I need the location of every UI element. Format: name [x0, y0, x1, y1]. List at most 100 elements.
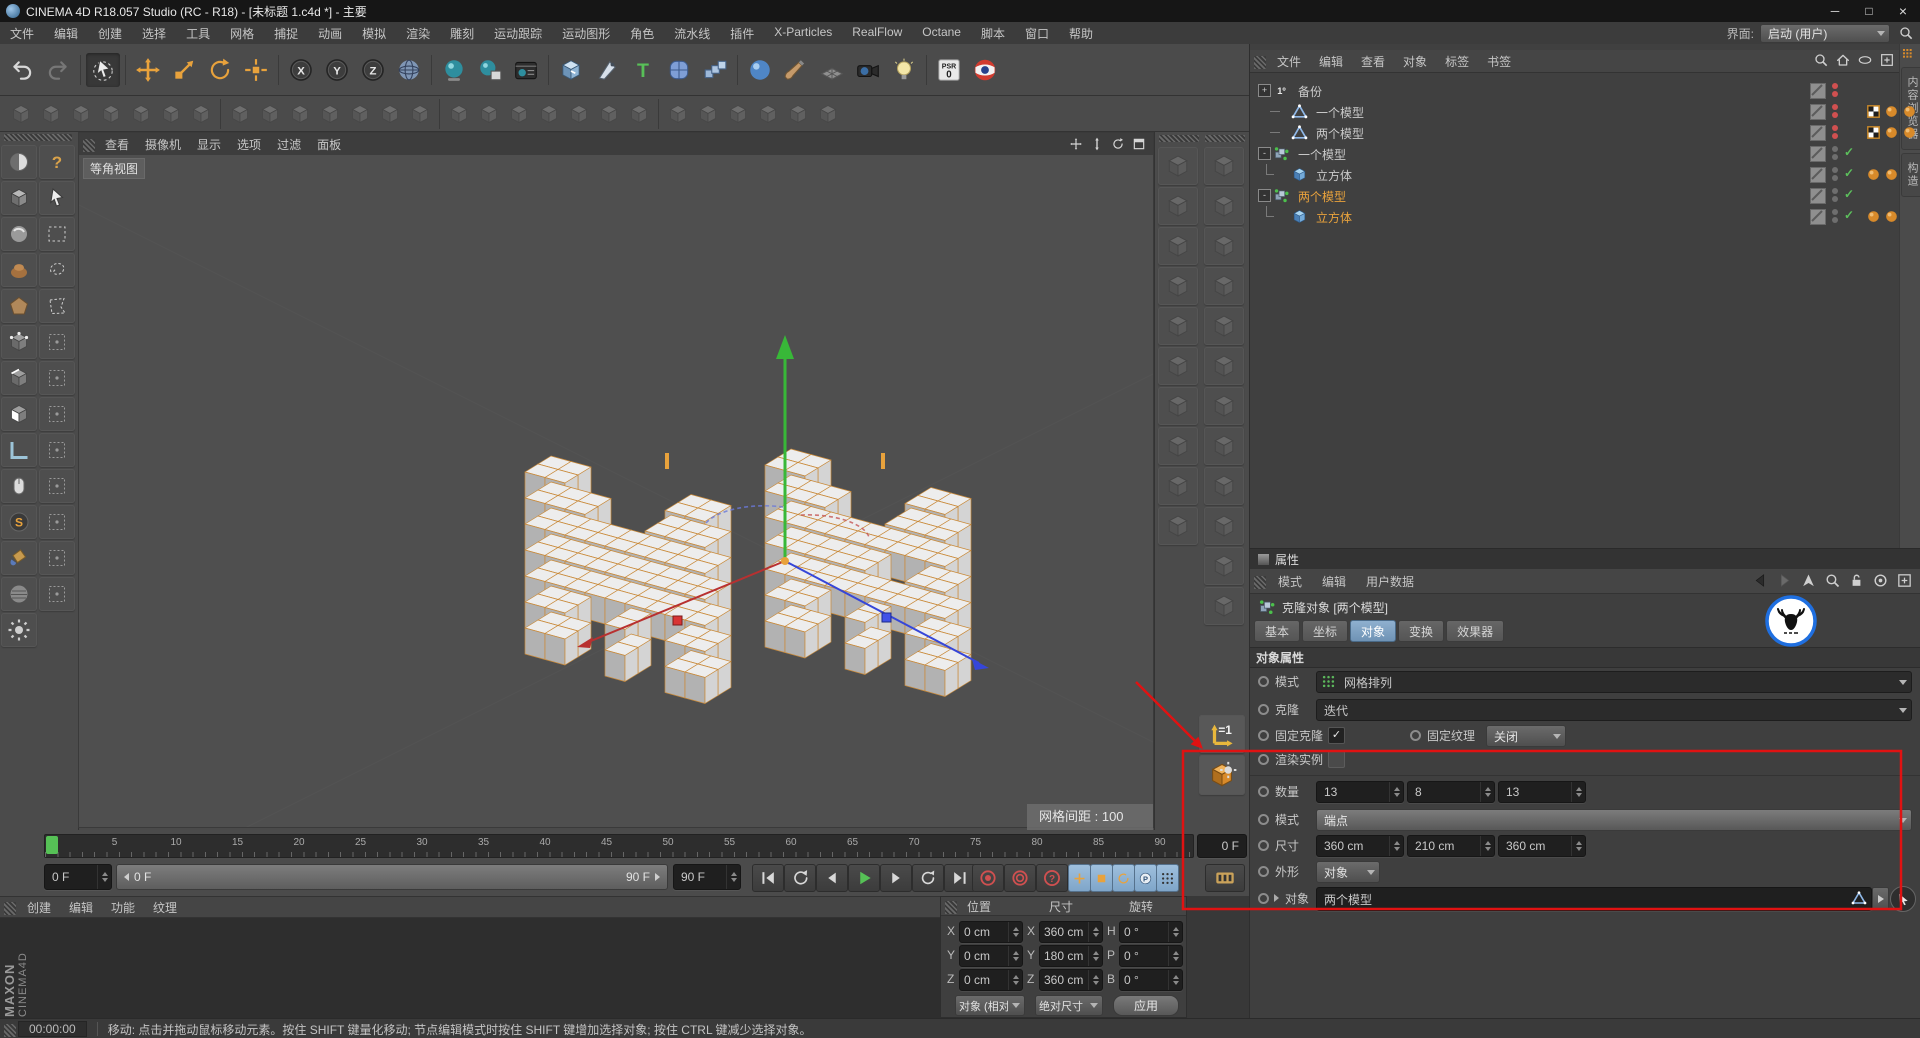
modeling-command-button[interactable]	[1158, 147, 1198, 185]
object-manager-menu-6[interactable]: 书签	[1478, 51, 1520, 72]
modeling-tool-button[interactable]	[504, 99, 534, 129]
modeling-tool-button[interactable]	[156, 99, 186, 129]
modeling-tool-button[interactable]	[474, 99, 504, 129]
render-visibility-dot[interactable]	[1832, 154, 1838, 160]
stepper[interactable]	[726, 865, 740, 889]
camera-button[interactable]	[851, 53, 885, 87]
viewport[interactable]: 查看摄像机显示选项过滤面板 等角视图 y x	[78, 132, 1154, 828]
modeling-command-button[interactable]	[1158, 387, 1198, 425]
modeling-command-button[interactable]	[1158, 307, 1198, 345]
editor-visibility-dot[interactable]	[1832, 104, 1838, 110]
live-selection-button[interactable]	[86, 53, 120, 87]
modeling-command-button[interactable]	[1158, 467, 1198, 505]
next-frame-button[interactable]	[880, 864, 912, 892]
ball-tag[interactable]	[1866, 167, 1881, 182]
prev-frame-button[interactable]	[816, 864, 848, 892]
menu-item-22[interactable]: 帮助	[1059, 22, 1103, 45]
key-position-button[interactable]	[1068, 864, 1091, 892]
animation-dot[interactable]	[1258, 786, 1269, 797]
drag-handle[interactable]	[1205, 135, 1245, 142]
modeling-command-button[interactable]	[1158, 267, 1198, 305]
animation-dot[interactable]	[1258, 730, 1269, 741]
selection-preset-button[interactable]	[39, 469, 75, 503]
minimize-button[interactable]: ─	[1818, 4, 1852, 18]
close-button[interactable]: ×	[1886, 3, 1920, 19]
play-reverse-button[interactable]	[784, 864, 816, 892]
checker-tag[interactable]	[1866, 104, 1881, 119]
menu-item-14[interactable]: 角色	[620, 22, 664, 45]
position-input-3[interactable]: 0 cm	[959, 969, 1023, 991]
array-instance-button[interactable]	[698, 53, 732, 87]
stepper[interactable]	[1088, 922, 1102, 942]
key-parameter-button[interactable]: P	[1134, 864, 1157, 892]
modeling-tool-button[interactable]	[345, 99, 375, 129]
stepper[interactable]	[1008, 922, 1022, 942]
modeling-tool-button[interactable]	[285, 99, 315, 129]
rotation-input-3[interactable]: 0 °	[1119, 969, 1183, 991]
render-visibility-dot[interactable]	[1832, 196, 1838, 202]
layer-box[interactable]	[1810, 188, 1826, 204]
object-row[interactable]: 一个模型	[1250, 101, 1920, 122]
ball-tag[interactable]	[1902, 104, 1917, 119]
search-icon[interactable]	[1898, 25, 1914, 41]
timeline-scrub-bar[interactable]: 0 F90 F	[116, 864, 668, 890]
polygon-pentagon-button[interactable]	[1, 289, 37, 323]
object-name[interactable]: 两个模型	[1298, 188, 1346, 205]
render-settings-button[interactable]	[509, 53, 543, 87]
lock-icon[interactable]	[1848, 572, 1867, 591]
enable-check[interactable]: ✓	[1844, 208, 1854, 222]
ball-tag[interactable]	[1884, 125, 1899, 140]
modeling-command-button[interactable]	[1204, 507, 1244, 545]
selection-preset-button[interactable]	[39, 577, 75, 611]
selection-preset-button[interactable]	[39, 325, 75, 359]
menu-item-3[interactable]: 创建	[88, 22, 132, 45]
ball-tag[interactable]	[1902, 125, 1917, 140]
material-menu-4[interactable]: 纹理	[144, 897, 186, 918]
render-picture-viewer-button[interactable]	[473, 53, 507, 87]
object-name[interactable]: 立方体	[1316, 209, 1352, 226]
animation-dot[interactable]	[1258, 814, 1269, 825]
add-panel-icon[interactable]	[1896, 572, 1915, 591]
stepper[interactable]	[1088, 946, 1102, 966]
position-input-2[interactable]: 0 cm	[959, 945, 1023, 967]
key-scale-button[interactable]	[1090, 864, 1113, 892]
animation-dot[interactable]	[1258, 754, 1269, 765]
fix-clone-checkbox[interactable]: ✓	[1328, 727, 1345, 744]
modeling-tool-button[interactable]	[96, 99, 126, 129]
sculpt-clay-button[interactable]	[1, 253, 37, 287]
play-button[interactable]	[848, 864, 880, 892]
checker-tag[interactable]	[1866, 125, 1881, 140]
rotation-input-2[interactable]: 0 °	[1119, 945, 1183, 967]
animation-dot[interactable]	[1258, 704, 1269, 715]
last-used-tool-button[interactable]	[239, 53, 273, 87]
start-frame-input[interactable]: 0 F	[44, 864, 112, 890]
menu-item-4[interactable]: 选择	[132, 22, 176, 45]
stepper[interactable]	[1168, 922, 1182, 942]
goto-start-button[interactable]	[752, 864, 784, 892]
modeling-tool-button[interactable]	[783, 99, 813, 129]
modeling-tool-button[interactable]	[813, 99, 843, 129]
object-name[interactable]: 备份	[1298, 83, 1322, 100]
coord-size-dropdown[interactable]: 绝对尺寸	[1035, 995, 1103, 1016]
size-input-1[interactable]: 360 cm	[1039, 921, 1103, 943]
maximize-button[interactable]: □	[1852, 4, 1886, 18]
workplane-mode-button[interactable]	[1, 433, 37, 467]
keyframe-help-button[interactable]: ?	[1036, 864, 1068, 892]
modeling-tool-button[interactable]	[6, 99, 36, 129]
drag-handle[interactable]	[1254, 56, 1266, 69]
back-arrow[interactable]	[1752, 572, 1771, 591]
model-mode-button[interactable]	[1, 181, 37, 215]
expand-toggle[interactable]: +	[1258, 84, 1271, 97]
light-button[interactable]	[887, 53, 921, 87]
key-pla-button[interactable]	[1156, 864, 1179, 892]
modeling-tool-button[interactable]	[375, 99, 405, 129]
modeling-command-button[interactable]	[1204, 387, 1244, 425]
animation-dot[interactable]	[1258, 866, 1269, 877]
selection-preset-button[interactable]	[39, 361, 75, 395]
drag-handle[interactable]	[4, 134, 72, 141]
modeling-tool-button[interactable]	[315, 99, 345, 129]
layer-box[interactable]	[1810, 146, 1826, 162]
mode2-dropdown[interactable]: 端点	[1316, 809, 1912, 831]
modeling-command-button[interactable]	[1158, 187, 1198, 225]
modeling-command-button[interactable]	[1204, 467, 1244, 505]
